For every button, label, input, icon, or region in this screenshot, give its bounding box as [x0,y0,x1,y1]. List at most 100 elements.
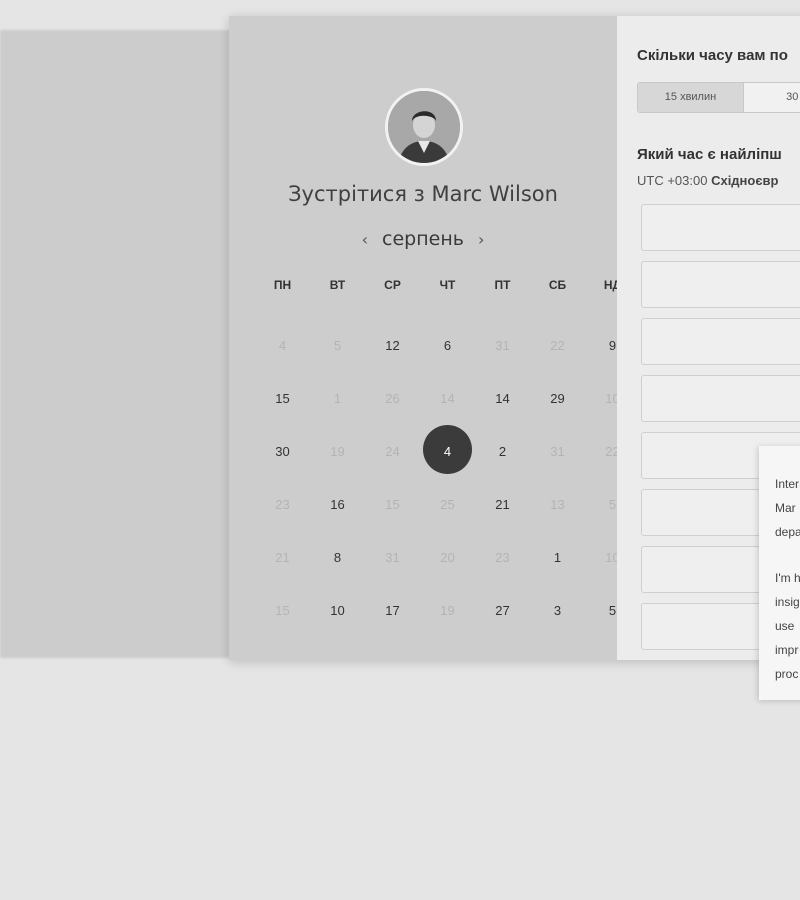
weekday-label: ЧТ [439,278,456,292]
duration-option-30[interactable]: 30 х [744,83,800,112]
calendar-day: 15 [255,584,310,637]
bio-text-line: Mar [775,501,796,515]
timezone-name[interactable]: Східноєвр [711,173,778,188]
duration-selector: 15 хвилин 30 х [637,82,800,113]
calendar-day-number: 8 [333,550,342,565]
calendar-day-number: 6 [443,338,452,353]
calendar-day[interactable]: 16 [310,478,365,531]
calendar-day-number: 4 [443,444,452,459]
calendar-day-number: 17 [385,603,400,618]
calendar-day: 23 [475,531,530,584]
grid-spacer [229,584,255,637]
calendar-day-number: 9 [608,338,617,353]
calendar-day-number: 5 [608,603,617,618]
days-grid: 4 5 12 6 31 22 9 15 1 26 14 14 29 10 30 19 24 4 2 31 22 23 16 1… [229,319,619,637]
time-question: Який час є найліпш [637,146,782,163]
calendar-day: 15 [365,478,420,531]
bio-text-line: use [775,619,795,633]
calendar-day-number: 22 [550,338,565,353]
weekday-label: СР [384,278,401,292]
calendar-day: 4 [255,319,310,372]
calendar-day-number: 19 [330,444,345,459]
calendar-day: 5 [310,319,365,372]
bio-paragraph: Inter Mar depa [759,472,800,544]
month-navigation: ‹ серпень › [229,228,617,250]
calendar-day-number: 23 [495,550,510,565]
time-slot-button[interactable]: 17 [641,261,800,308]
calendar-day[interactable]: 1 [530,531,585,584]
calendar-day-number: 21 [495,497,510,512]
calendar-panel: Зустрітися з Marc Wilson ‹ серпень › ПН … [229,16,621,660]
calendar-day: 31 [530,425,585,478]
grid-spacer [229,372,255,425]
avatar-photo [388,91,460,163]
calendar-day[interactable]: 17 [365,584,420,637]
calendar-day: 24 [365,425,420,478]
calendar-day-number: 3 [553,603,562,618]
calendar-day: 23 [255,478,310,531]
calendar-day-number: 2 [498,444,507,459]
avatar [385,88,463,166]
calendar-day[interactable]: 12 [365,319,420,372]
calendar-day-number: 27 [495,603,510,618]
calendar-day: 19 [310,425,365,478]
calendar-day[interactable]: 29 [530,372,585,425]
grid-spacer [229,531,255,584]
calendar-day[interactable]: 10 [310,584,365,637]
calendar-day[interactable]: 14 [475,372,530,425]
time-slot-button[interactable]: 16 [641,204,800,251]
duration-option-15[interactable]: 15 хвилин [638,83,744,112]
chevron-left-icon[interactable]: ‹ [362,230,368,249]
calendar-day-number: 31 [385,550,400,565]
calendar-day-number: 5 [608,497,617,512]
timezone-label: UTC +03:00 Східноєвр [637,173,778,188]
calendar-day: 31 [365,531,420,584]
calendar-day-number: 1 [333,391,342,406]
chevron-right-icon[interactable]: › [478,230,484,249]
bio-text-line: depa [775,525,800,539]
calendar-day[interactable]: 2 [475,425,530,478]
calendar-day[interactable]: 30 [255,425,310,478]
calendar-day: 21 [255,531,310,584]
calendar-day-number: 26 [385,391,400,406]
calendar-day: 22 [530,319,585,372]
calendar-day: 1 [310,372,365,425]
calendar-day-number: 16 [330,497,345,512]
month-label: серпень [382,228,464,250]
calendar-day: 25 [420,478,475,531]
calendar-day-number: 29 [550,391,565,406]
calendar-day-number: 4 [278,338,287,353]
weekday-label: ПН [273,278,292,292]
calendar-day-number: 5 [333,338,342,353]
calendar-day[interactable]: 3 [530,584,585,637]
bio-paragraph: I'm h insig use impr proc [759,566,800,686]
calendar-day-number: 15 [275,391,290,406]
calendar-day-number: 15 [275,603,290,618]
bio-text-line: proc [775,667,799,681]
weekday-label: ВТ [329,278,346,292]
calendar-day: 20 [420,531,475,584]
calendar-day-selected[interactable]: 4 [420,424,475,478]
calendar-day[interactable]: 27 [475,584,530,637]
calendar-day[interactable]: 8 [310,531,365,584]
calendar-day[interactable]: 21 [475,478,530,531]
calendar-day-number: 10 [330,603,345,618]
time-slot-button[interactable]: 17 [641,375,800,422]
calendar-day[interactable]: 15 [255,372,310,425]
time-slot-label: 16 [696,205,800,250]
bio-text-line: Inter [775,477,800,491]
grid-spacer [229,319,255,372]
calendar-day-number: 14 [495,391,510,406]
calendar-day-number: 31 [495,338,510,353]
calendar-day-number: 31 [550,444,565,459]
calendar-day-number: 24 [385,444,400,459]
scheduler-card: Зустрітися з Marc Wilson ‹ серпень › ПН … [229,16,800,660]
calendar-day-number: 20 [440,550,455,565]
calendar-day-number: 19 [440,603,455,618]
calendar-day[interactable]: 6 [420,319,475,372]
calendar-day: 26 [365,372,420,425]
calendar-day-number: 30 [275,444,290,459]
calendar-day: 19 [420,584,475,637]
time-slot-button[interactable]: 17 [641,318,800,365]
bio-text-line: I'm h [775,571,800,585]
